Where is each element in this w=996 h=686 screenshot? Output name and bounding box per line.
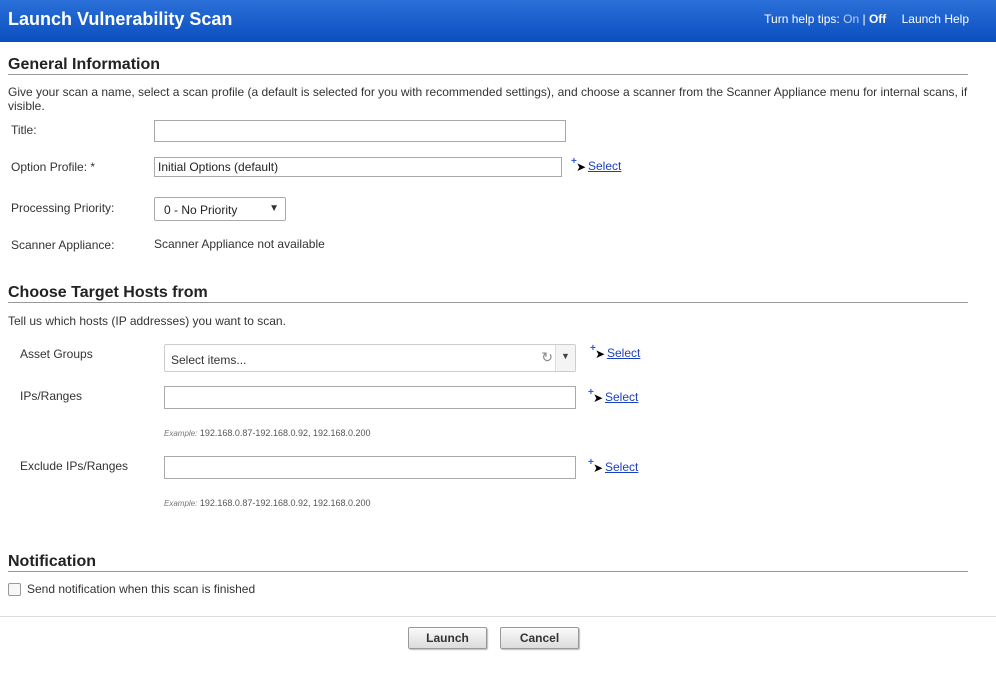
asset-groups-placeholder: Select items... [171,353,247,367]
asset-groups-dropdown-toggle[interactable]: ▼ [555,345,575,371]
footer-divider [0,616,996,617]
send-notification-label: Send notification when this scan is fini… [27,582,256,596]
general-information-heading: General Information [8,56,161,73]
help-tips-off-link[interactable]: Off [869,12,886,26]
example-label: Example: [164,499,198,508]
processing-priority-select[interactable]: 0 - No Priority ▼ [154,197,286,221]
ips-ranges-input[interactable] [164,386,576,409]
general-description: Give your scan a name, select a scan pro… [8,85,968,113]
title-label: Title: [11,123,37,137]
scanner-appliance-label: Scanner Appliance: [11,238,115,252]
refresh-icon[interactable]: ↻ [541,349,553,366]
general-divider [8,74,968,75]
example-value: 192.168.0.87-192.168.0.92, 192.168.0.200 [199,498,371,508]
ips-ranges-example: Example: 192.168.0.87-192.168.0.92, 192.… [164,428,371,438]
help-tips-on-link[interactable]: On [843,12,859,26]
option-profile-value: Initial Options (default) [158,160,279,174]
chevron-down-icon: ▼ [269,203,279,214]
exclude-ips-ranges-select-link[interactable]: Select [605,460,638,474]
help-tips: Turn help tips: On | Off Launch Help [764,12,969,26]
example-label: Example: [164,429,198,438]
cancel-button[interactable]: Cancel [500,627,579,649]
option-profile-field[interactable]: Initial Options (default) [154,157,562,177]
exclude-ips-ranges-input[interactable] [164,456,576,479]
ips-ranges-select-link[interactable]: Select [605,390,638,404]
asset-groups-multiselect[interactable]: Select items... ↻ ▼ [164,344,576,372]
option-profile-select-link[interactable]: Select [588,159,621,173]
target-hosts-heading: Choose Target Hosts from [8,284,208,301]
notification-heading: Notification [8,553,96,570]
title-bar: Launch Vulnerability Scan Turn help tips… [0,0,996,42]
targets-description: Tell us which hosts (IP addresses) you w… [8,314,286,328]
notification-divider [8,571,968,572]
chevron-down-icon: ▼ [561,351,570,361]
targets-divider [8,302,968,303]
page-title: Launch Vulnerability Scan [8,9,233,29]
example-value: 192.168.0.87-192.168.0.92, 192.168.0.200 [199,428,371,438]
processing-priority-label: Processing Priority: [11,201,115,215]
option-profile-label: Option Profile: * [11,160,96,174]
title-input[interactable] [154,120,566,142]
asset-groups-label: Asset Groups [20,347,93,361]
processing-priority-value: 0 - No Priority [164,203,238,217]
exclude-ips-ranges-label: Exclude IPs/Ranges [20,459,129,473]
asset-groups-select-link[interactable]: Select [607,346,640,360]
help-tips-label: Turn help tips: [764,12,840,26]
launch-help-link[interactable]: Launch Help [902,12,969,26]
help-tips-separator: | [862,12,866,26]
exclude-ips-ranges-example: Example: 192.168.0.87-192.168.0.92, 192.… [164,498,371,508]
send-notification-checkbox[interactable] [8,583,21,596]
ips-ranges-label: IPs/Ranges [20,389,83,403]
scanner-appliance-value: Scanner Appliance not available [154,237,325,251]
launch-button[interactable]: Launch [408,627,487,649]
